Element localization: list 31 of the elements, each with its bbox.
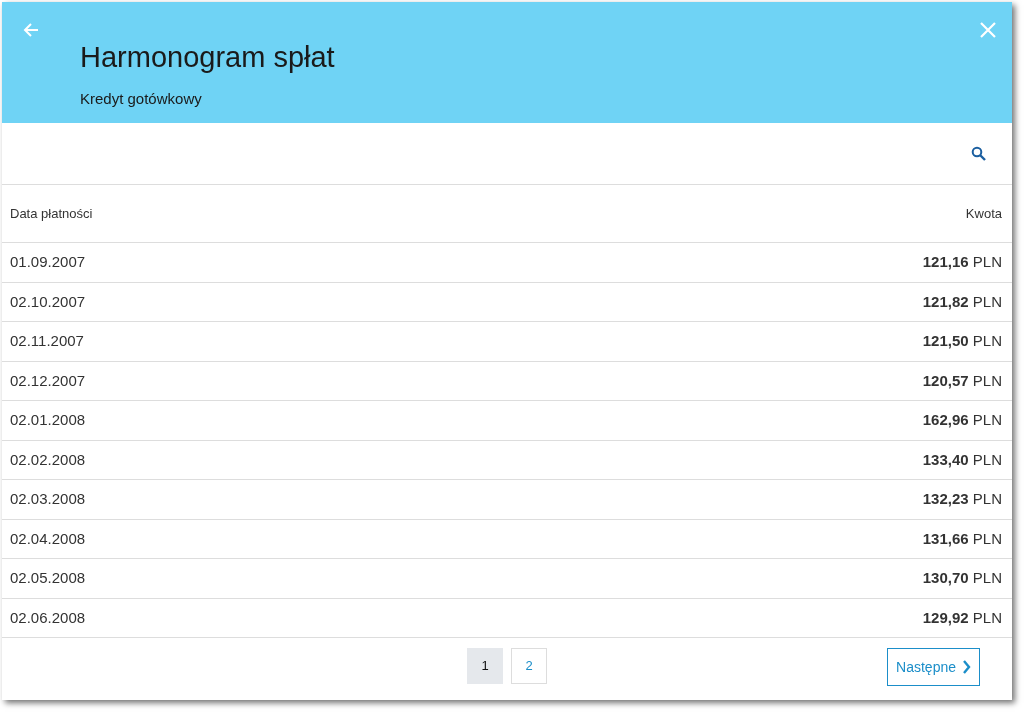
chevron-right-icon [962, 660, 971, 674]
date-cell-text: 02.11.2007 [10, 331, 84, 351]
amount-cell-text: 131,66 PLN [922, 528, 1002, 549]
page-title: Harmonogram spłat [80, 42, 336, 74]
page-button[interactable]: 2 [511, 648, 547, 684]
column-header: Data płatności [10, 204, 93, 223]
close-icon[interactable] [980, 22, 996, 38]
date-cell-text: 02.05.2008 [10, 568, 86, 588]
date-cell-text: 02.06.2008 [10, 607, 86, 628]
amount-cell-text: 121,16 PLN [922, 252, 1002, 272]
amount-cell-text: 162,96 PLN [922, 410, 1002, 430]
date-cell-text: 02.03.2008 [10, 489, 86, 509]
amount-cell-text: 121,50 PLN [922, 331, 1002, 351]
amount-cell-text: 130,70 PLN [922, 568, 1002, 588]
back-arrow-icon[interactable] [22, 21, 40, 39]
page-button[interactable]: 1 [467, 648, 503, 684]
date-cell-text: 02.01.2008 [10, 410, 86, 430]
next-button[interactable]: Następne [887, 648, 980, 686]
search-icon[interactable] [971, 146, 986, 161]
date-cell-text: 01.09.2007 [10, 252, 86, 272]
date-cell-text: 02.04.2008 [10, 528, 86, 549]
date-cell-text: 02.12.2007 [10, 370, 86, 391]
amount-cell-text: 129,92 PLN [922, 607, 1002, 628]
amount-cell-text: 132,23 PLN [922, 489, 1002, 509]
column-header: Kwota [965, 204, 1002, 223]
amount-cell-text: 120,57 PLN [922, 370, 1002, 391]
page-subtitle: Kredyt gotówkowy [80, 88, 203, 109]
amount-cell-text: 121,82 PLN [922, 291, 1002, 312]
date-cell-text: 02.02.2008 [10, 449, 86, 470]
date-cell-text: 02.10.2007 [10, 291, 86, 312]
amount-cell-text: 133,40 PLN [922, 449, 1002, 470]
